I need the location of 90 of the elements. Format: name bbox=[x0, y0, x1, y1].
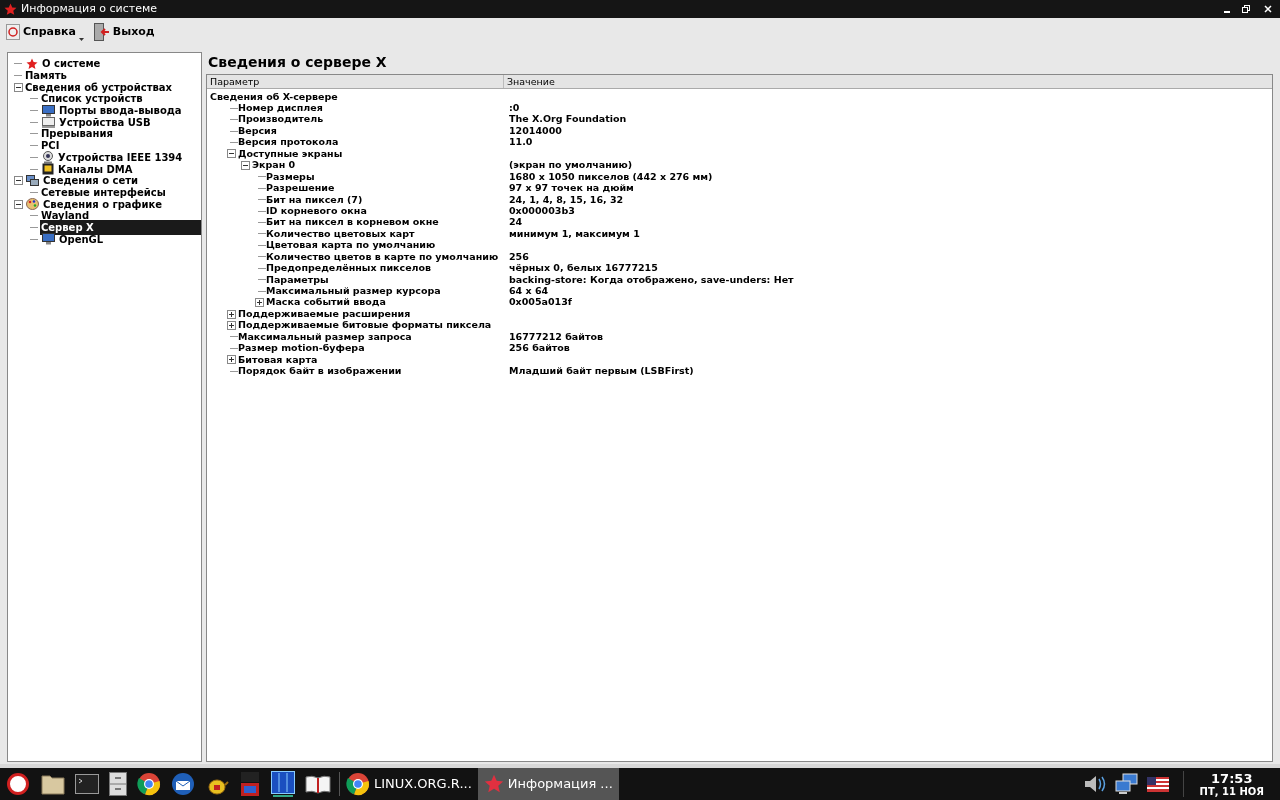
parameter-name: Сведения об X-сервере bbox=[210, 89, 338, 104]
parameter-value: 0x000003b3 bbox=[509, 204, 575, 218]
parameter-value: The X.Org Foundation bbox=[509, 112, 627, 127]
sidebar-item[interactable]: Порты ввода-вывода bbox=[58, 103, 183, 119]
parameter-name: Разрешение bbox=[266, 182, 335, 196]
parameter-name: Доступные экраны bbox=[238, 147, 343, 161]
collapse-toggle[interactable] bbox=[13, 82, 23, 92]
collapse-toggle[interactable] bbox=[13, 199, 23, 209]
parameter-value: 24, 1, 4, 8, 15, 16, 32 bbox=[509, 193, 624, 207]
network-icon bbox=[26, 174, 39, 187]
parameter-name: Максимальный размер запроса bbox=[238, 330, 412, 344]
collapse-toggle[interactable] bbox=[240, 160, 250, 170]
parameter-name: Версия bbox=[238, 124, 277, 138]
parameter-name: Предопределённых пикселов bbox=[266, 262, 432, 276]
device-icon bbox=[42, 116, 55, 128]
toolbar-button[interactable]: Справка bbox=[4, 21, 86, 43]
taskbar-task[interactable]: LINUX.ORG.R... bbox=[340, 768, 478, 800]
clock-date: ПТ, 11 НОЯ bbox=[1199, 786, 1264, 797]
parameter-name: Номер дисплея bbox=[238, 102, 323, 115]
parameter-name: Поддерживаемые расширения bbox=[238, 307, 411, 321]
parameter-name: Битовая карта bbox=[238, 353, 318, 367]
speaker-icon[interactable] bbox=[1082, 774, 1107, 794]
parameter-name: Маска событий ввода bbox=[266, 296, 386, 310]
parameter-name: Экран 0 bbox=[252, 159, 296, 173]
parameter-value: Младший байт первым (LSBFirst) bbox=[509, 364, 694, 379]
parameter-name: Размеры bbox=[266, 170, 315, 184]
expand-toggle[interactable] bbox=[226, 309, 236, 319]
parameter-value: чёрных 0, белых 16777215 bbox=[509, 261, 658, 276]
column-header[interactable]: Значение bbox=[504, 75, 1272, 88]
column-header[interactable]: Параметр bbox=[207, 75, 504, 88]
window-title: Информация о системе bbox=[21, 0, 158, 17]
section-heading: Сведения о сервере X bbox=[207, 53, 388, 72]
parameter-value: 256 байтов bbox=[509, 341, 570, 356]
parameter-value: 11.0 bbox=[509, 135, 533, 150]
parameter-name: Количество цветовых карт bbox=[266, 227, 415, 241]
parameter-value: :0 bbox=[509, 101, 520, 115]
parameter-name: Бит на пиксел (7) bbox=[266, 193, 363, 207]
help-icon bbox=[6, 24, 20, 40]
server-rack-icon[interactable] bbox=[271, 771, 295, 797]
parameter-name: Версия протокола bbox=[238, 136, 339, 150]
parameter-value: 0x005a013f bbox=[509, 295, 572, 310]
collapse-toggle[interactable] bbox=[13, 176, 23, 186]
expand-toggle[interactable] bbox=[254, 298, 264, 308]
palette-icon bbox=[26, 198, 39, 211]
parameter-name: Поддерживаемые битовые форматы пиксела bbox=[238, 319, 492, 333]
star-icon bbox=[4, 2, 17, 16]
exit-door-icon bbox=[93, 23, 110, 41]
parameter-value: backing-store: Когда отображено, save-unders: Нет bbox=[509, 273, 794, 287]
parameter-value: 1680 x 1050 пикселов (442 x 276 мм) bbox=[509, 170, 713, 184]
parameter-value: 256 bbox=[509, 249, 529, 264]
star-icon bbox=[26, 57, 38, 70]
parameter-name: ID корневого окна bbox=[266, 204, 367, 218]
mail-icon[interactable] bbox=[171, 772, 195, 796]
us-flag-icon[interactable] bbox=[1146, 776, 1169, 792]
parameter-name: Количество цветов в карте по умолчанию bbox=[266, 250, 499, 264]
parameter-value: 12014000 bbox=[509, 124, 562, 138]
chip-icon bbox=[42, 163, 54, 176]
file-cabinet-icon[interactable] bbox=[109, 772, 127, 796]
taskbar-task[interactable]: Информация ... bbox=[477, 768, 619, 800]
parameter-name: Максимальный размер курсора bbox=[266, 285, 441, 298]
sidebar-item[interactable]: Сервер X bbox=[40, 219, 201, 235]
expand-toggle[interactable] bbox=[226, 355, 236, 365]
close-button[interactable] bbox=[1264, 5, 1272, 13]
parameter-name: Бит на пиксел в корневом окне bbox=[266, 216, 439, 230]
clock-time: 17:53 bbox=[1211, 771, 1253, 785]
terminal-icon[interactable] bbox=[75, 774, 99, 794]
collapse-toggle[interactable] bbox=[226, 149, 236, 159]
monitor-icon bbox=[42, 233, 55, 246]
browser-icon[interactable] bbox=[346, 772, 370, 796]
book-icon[interactable] bbox=[305, 774, 331, 794]
parameter-value: 97 x 97 точек на дюйм bbox=[509, 181, 634, 196]
star-icon bbox=[483, 774, 504, 794]
dosbox-icon[interactable] bbox=[239, 771, 261, 797]
parameter-name: Параметры bbox=[266, 273, 329, 287]
parameter-value: 16777212 байтов bbox=[509, 329, 603, 344]
browser-icon[interactable] bbox=[137, 772, 161, 796]
folder-icon[interactable] bbox=[41, 773, 65, 795]
network-icon[interactable] bbox=[1114, 773, 1139, 795]
parameter-name: Производитель bbox=[238, 113, 324, 127]
parameter-name: Размер motion-буфера bbox=[238, 342, 365, 356]
restore-button[interactable] bbox=[1242, 5, 1250, 13]
expand-toggle[interactable] bbox=[226, 320, 236, 330]
parameter-name: Порядок байт в изображении bbox=[238, 365, 402, 379]
toolbar-button[interactable]: Выход bbox=[91, 21, 157, 43]
webcam-icon bbox=[42, 150, 54, 164]
caret-icon[interactable] bbox=[78, 38, 84, 41]
monitor-icon bbox=[42, 104, 55, 117]
parameter-name: Цветовая карта по умолчанию bbox=[266, 239, 436, 253]
parameter-value: (экран по умолчанию) bbox=[509, 158, 633, 173]
parameter-value: 64 x 64 bbox=[509, 285, 549, 298]
